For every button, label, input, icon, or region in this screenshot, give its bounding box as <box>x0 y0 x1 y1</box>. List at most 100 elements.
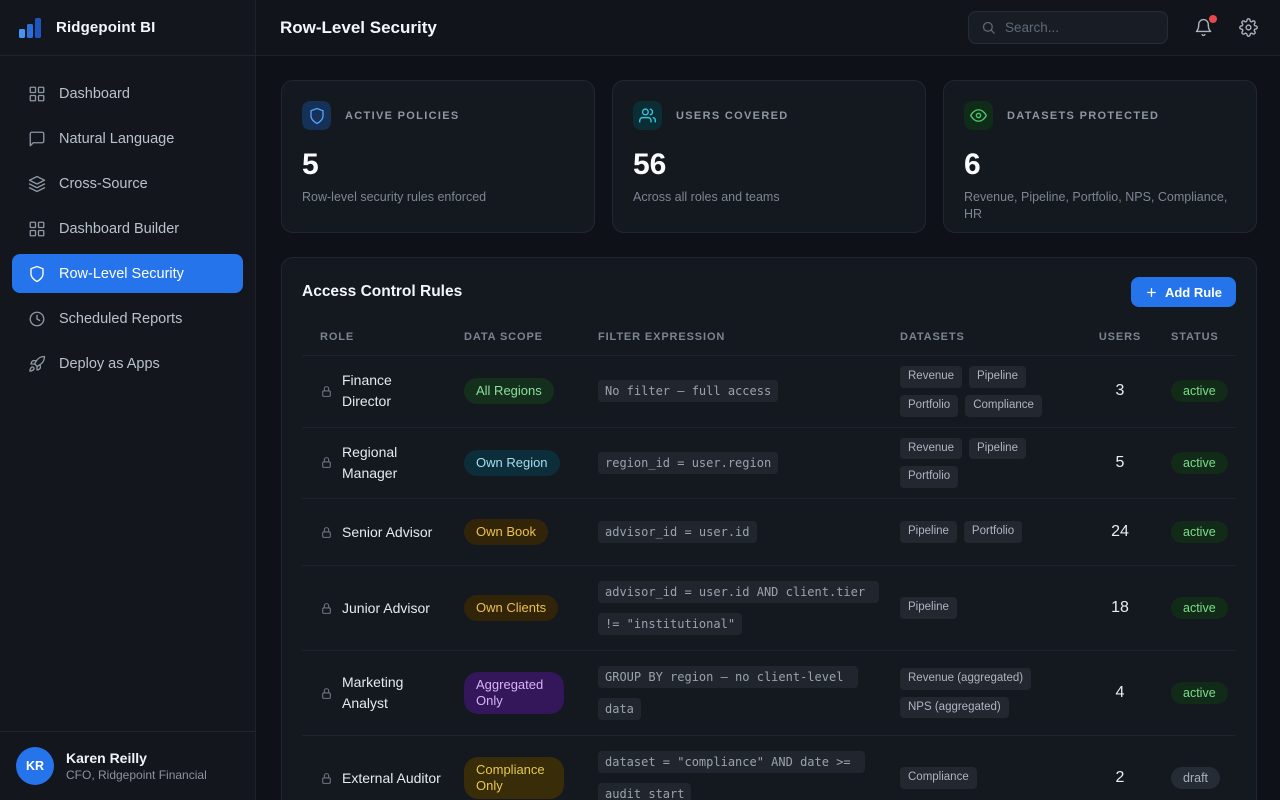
dataset-chip: Compliance <box>900 767 977 789</box>
stat-cards: ACTIVE POLICIES 5 Row-level security rul… <box>281 80 1257 233</box>
chat-icon <box>28 130 46 148</box>
status-badge: active <box>1171 380 1228 402</box>
search-icon <box>981 20 996 35</box>
sidebar-item-label: Dashboard Builder <box>59 221 179 237</box>
dataset-chips: RevenuePipelinePortfolio <box>900 438 1094 489</box>
lock-icon <box>320 772 333 785</box>
dataset-chip: Portfolio <box>964 521 1022 543</box>
dataset-chip: Pipeline <box>900 597 957 619</box>
lock-icon <box>320 687 333 700</box>
grid-icon <box>28 220 46 238</box>
role-name: Marketing Analyst <box>342 672 442 714</box>
lock-icon <box>320 526 333 539</box>
data-scope-badge: Own Region <box>464 450 560 476</box>
column-header-datasets: DATASETS <box>900 331 1094 343</box>
data-scope-badge: Own Clients <box>464 595 558 621</box>
notifications-button[interactable] <box>1194 18 1213 37</box>
top-bar-actions <box>968 11 1258 44</box>
dataset-chip: NPS (aggregated) <box>900 697 1009 719</box>
dataset-chip: Pipeline <box>900 521 957 543</box>
content: ACTIVE POLICIES 5 Row-level security rul… <box>256 56 1280 800</box>
user-name: Karen Reilly <box>66 750 207 766</box>
rule-row[interactable]: External Auditor Compliance Only dataset… <box>302 735 1236 800</box>
rule-row[interactable]: Senior Advisor Own Book advisor_id = use… <box>302 498 1236 565</box>
sidebar-item-label: Natural Language <box>59 131 174 147</box>
users-count: 4 <box>1094 684 1146 702</box>
user-profile[interactable]: KR Karen Reilly CFO, Ridgepoint Financia… <box>0 731 255 800</box>
rule-row[interactable]: Regional Manager Own Region region_id = … <box>302 427 1236 499</box>
column-header-status: STATUS <box>1146 331 1236 343</box>
sidebar-item-label: Scheduled Reports <box>59 311 182 327</box>
rule-row[interactable]: Marketing Analyst Aggregated Only GROUP … <box>302 650 1236 735</box>
status-badge: draft <box>1171 767 1220 789</box>
status-badge: active <box>1171 521 1228 543</box>
filter-expression: advisor_id = user.id <box>598 521 757 543</box>
sidebar-nav: Dashboard Natural Language Cross-Source … <box>0 56 255 383</box>
notification-dot <box>1209 15 1217 23</box>
add-rule-label: Add Rule <box>1165 285 1222 300</box>
status-badge: active <box>1171 452 1228 474</box>
lock-icon <box>320 602 333 615</box>
dataset-chip: Portfolio <box>900 466 958 488</box>
dataset-chip: Compliance <box>965 395 1042 417</box>
filter-expression: GROUP BY region — no client-level data <box>598 666 858 720</box>
sidebar-item[interactable]: Dashboard <box>12 74 243 113</box>
sidebar-item[interactable]: Dashboard Builder <box>12 209 243 248</box>
data-scope-badge: All Regions <box>464 378 554 404</box>
rocket-icon <box>28 355 46 373</box>
sidebar-item[interactable]: Natural Language <box>12 119 243 158</box>
add-rule-button[interactable]: Add Rule <box>1131 277 1236 307</box>
dataset-chip: Revenue (aggregated) <box>900 668 1031 690</box>
sidebar-item[interactable]: Cross-Source <box>12 164 243 203</box>
data-scope-badge: Compliance Only <box>464 757 564 800</box>
dataset-chips: Revenue (aggregated) NPS (aggregated) <box>900 668 1094 719</box>
users-count: 5 <box>1094 454 1146 472</box>
role-name: Regional Manager <box>342 442 442 484</box>
sidebar-item-label: Deploy as Apps <box>59 356 160 372</box>
filter-expression: dataset = "compliance" AND date >= audit… <box>598 751 865 800</box>
role-name: External Auditor <box>342 768 441 789</box>
dataset-chip: Revenue <box>900 438 962 460</box>
settings-button[interactable] <box>1239 18 1258 37</box>
sidebar-item-label: Row-Level Security <box>59 266 184 282</box>
sidebar-item[interactable]: Deploy as Apps <box>12 344 243 383</box>
search-box[interactable] <box>968 11 1168 44</box>
users-count: 18 <box>1094 599 1146 617</box>
shield-icon <box>302 101 331 130</box>
stat-label: DATASETS PROTECTED <box>1007 110 1159 122</box>
role-name: Junior Advisor <box>342 598 430 619</box>
dataset-chips: RevenuePipelinePortfolioCompliance <box>900 366 1094 417</box>
user-role: CFO, Ridgepoint Financial <box>66 768 207 782</box>
users-icon <box>633 101 662 130</box>
gear-icon <box>1239 18 1258 37</box>
dataset-chips: Compliance <box>900 767 1094 789</box>
search-input[interactable] <box>1005 20 1155 35</box>
rule-row[interactable]: Junior Advisor Own Clients advisor_id = … <box>302 565 1236 650</box>
filter-expression: region_id = user.region <box>598 452 778 474</box>
table-header: ROLE DATA SCOPE FILTER EXPRESSION DATASE… <box>302 321 1236 355</box>
rule-row[interactable]: Finance Director All Regions No filter —… <box>302 355 1236 427</box>
sidebar-item[interactable]: Scheduled Reports <box>12 299 243 338</box>
dataset-chips: Pipeline <box>900 597 1094 619</box>
access-control-panel: Access Control Rules Add Rule ROLE DATA … <box>281 257 1257 800</box>
stat-card: ACTIVE POLICIES 5 Row-level security rul… <box>281 80 595 233</box>
filter-expression: No filter — full access <box>598 380 778 402</box>
stat-card: DATASETS PROTECTED 6 Revenue, Pipeline, … <box>943 80 1257 233</box>
column-header-role: ROLE <box>302 331 464 343</box>
stat-description: Across all roles and teams <box>633 189 905 206</box>
sidebar-item-label: Cross-Source <box>59 176 148 192</box>
dataset-chip: Portfolio <box>900 395 958 417</box>
panel-title: Access Control Rules <box>302 283 462 301</box>
data-scope-badge: Aggregated Only <box>464 672 564 715</box>
sidebar-item[interactable]: Row-Level Security <box>12 254 243 293</box>
lock-icon <box>320 456 333 469</box>
top-bar: Row-Level Security <box>256 0 1280 56</box>
logo-bars-icon <box>16 14 44 42</box>
data-scope-badge: Own Book <box>464 519 548 545</box>
status-badge: active <box>1171 682 1228 704</box>
page-title: Row-Level Security <box>280 18 437 38</box>
dataset-chip: Revenue <box>900 366 962 388</box>
layers-icon <box>28 175 46 193</box>
eye-icon <box>964 101 993 130</box>
status-badge: active <box>1171 597 1228 619</box>
